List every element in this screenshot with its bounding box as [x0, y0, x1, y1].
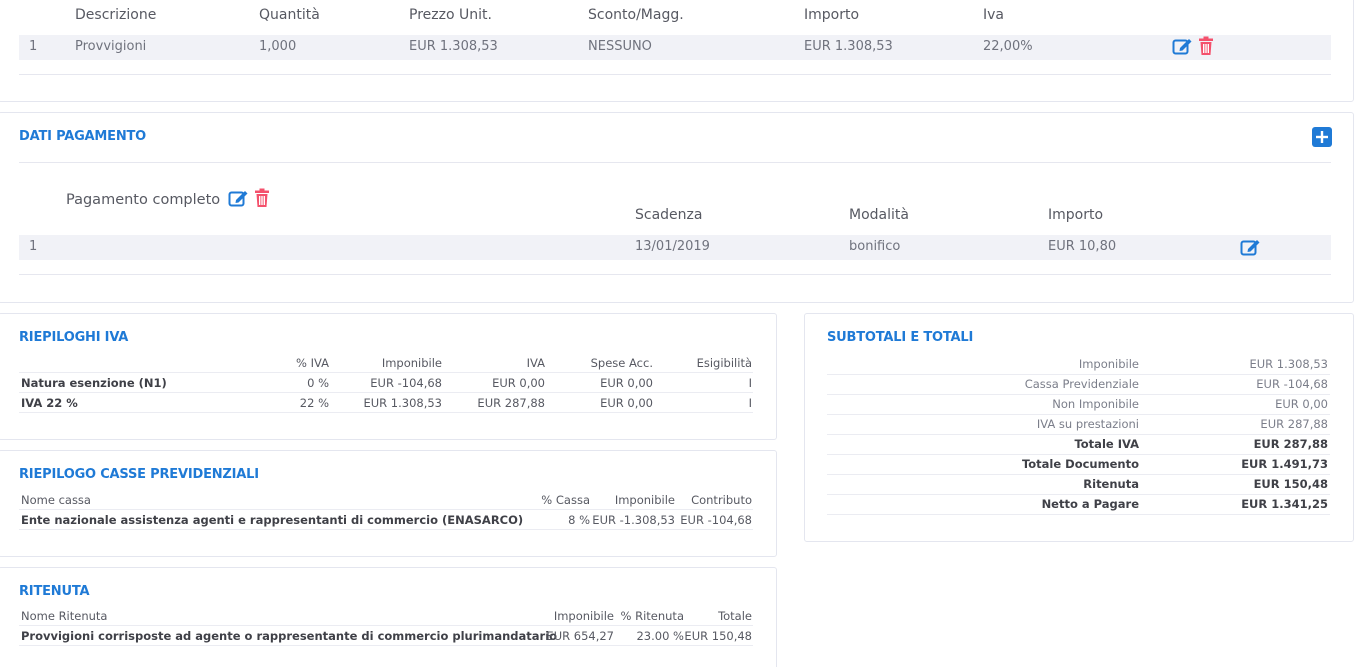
row-imponibile: EUR -104,68 — [370, 376, 442, 390]
table-row — [19, 35, 1331, 60]
edit-icon[interactable] — [1172, 36, 1194, 56]
col-spese: Spese Acc. — [590, 356, 653, 370]
edit-icon[interactable] — [1240, 237, 1262, 257]
row-sconto: NESSUNO — [588, 39, 652, 54]
totali-row-value: EUR 1.491,73 — [1241, 457, 1328, 471]
row-label: IVA 22 % — [21, 396, 78, 410]
totali-row-value: EUR 1.308,53 — [1249, 357, 1328, 371]
edit-icon[interactable] — [228, 188, 250, 208]
col-perc-cassa: % Cassa — [541, 493, 590, 507]
col-iva: Iva — [983, 7, 1004, 23]
plus-square-icon[interactable] — [1312, 127, 1332, 147]
pagamento-title: DATI PAGAMENTO — [19, 129, 147, 144]
col-descrizione: Descrizione — [75, 7, 157, 23]
row-iva: EUR 287,88 — [477, 396, 545, 410]
divider — [19, 162, 1331, 163]
row-quantita: 1,000 — [259, 39, 297, 54]
row-perc: 23.00 % — [636, 629, 684, 643]
col-modalita: Modalità — [849, 207, 909, 223]
row-importo: EUR 10,80 — [1048, 239, 1117, 254]
row-descrizione: Provvigioni — [75, 39, 147, 54]
righe-panel: Descrizione Quantità Prezzo Unit. Sconto… — [0, 0, 1354, 102]
col-esigibilita: Esigibilità — [696, 356, 752, 370]
col-nome-cassa: Nome cassa — [21, 493, 91, 507]
row-scadenza: 13/01/2019 — [635, 239, 710, 254]
row-label: Natura esenzione (N1) — [21, 376, 167, 390]
divider — [19, 74, 1331, 75]
row-esig: I — [748, 396, 752, 410]
totali-row-label: Ritenuta — [1083, 477, 1139, 491]
casse-panel: RIEPILOGO CASSE PREVIDENZIALI Nome cassa… — [0, 450, 777, 557]
row-nome: Ente nazionale assistenza agenti e rappr… — [21, 513, 524, 527]
col-totale: Totale — [718, 609, 752, 623]
row-imponibile: EUR -1.308,53 — [592, 513, 675, 527]
col-imponibile: Imponibile — [381, 356, 442, 370]
row-spese: EUR 0,00 — [600, 376, 653, 390]
totali-row-value: EUR -104,68 — [1256, 377, 1328, 391]
ritenuta-title: RITENUTA — [19, 584, 90, 599]
row-spese: EUR 0,00 — [600, 396, 653, 410]
col-perc-ritenuta: % Ritenuta — [620, 609, 685, 623]
pagamento-panel: DATI PAGAMENTO Pagamento completo Scaden… — [0, 112, 1354, 303]
row-imponibile: EUR 654,27 — [546, 629, 614, 643]
totali-row-value: EUR 287,88 — [1260, 417, 1328, 431]
totali-row-label: Imponibile — [1078, 357, 1139, 371]
totali-title: SUBTOTALI E TOTALI — [827, 330, 974, 345]
row-perc: 8 % — [568, 513, 590, 527]
trash-icon[interactable] — [254, 188, 270, 208]
col-nome-ritenuta: Nome Ritenuta — [21, 609, 108, 623]
totali-row-value: EUR 0,00 — [1275, 397, 1328, 411]
col-iva: IVA — [526, 356, 545, 370]
totali-row-label: IVA su prestazioni — [1036, 417, 1139, 431]
riepiloghi-iva-panel: RIEPILOGHI IVA % IVA Imponibile IVA Spes… — [0, 313, 777, 440]
totali-row-label: Cassa Previdenziale — [1024, 377, 1139, 391]
riepiloghi-iva-title: RIEPILOGHI IVA — [19, 330, 129, 345]
col-sconto: Sconto/Magg. — [588, 7, 684, 23]
row-iva: EUR 0,00 — [492, 376, 545, 390]
totali-row-label: Netto a Pagare — [1041, 497, 1139, 511]
row-iva: 22,00% — [983, 39, 1033, 54]
totali-row-label: Totale Documento — [1021, 457, 1139, 471]
row-nome: Provvigioni corrisposte ad agente o rapp… — [21, 629, 558, 643]
pagamento-subtitle: Pagamento completo — [66, 192, 221, 208]
totali-panel: SUBTOTALI E TOTALI Imponibile EUR 1.308,5… — [804, 313, 1354, 542]
col-quantita: Quantità — [259, 7, 320, 23]
row-importo: EUR 1.308,53 — [804, 39, 893, 54]
col-prezzo: Prezzo Unit. — [409, 7, 492, 23]
row-contributo: EUR -104,68 — [680, 513, 752, 527]
totali-row-label: Totale IVA — [1074, 437, 1139, 451]
row-modalita: bonifico — [849, 239, 901, 254]
trash-icon[interactable] — [1198, 36, 1214, 56]
col-scadenza: Scadenza — [635, 207, 703, 223]
totali-row-value: EUR 287,88 — [1253, 437, 1328, 451]
divider — [19, 274, 1331, 275]
col-perc-iva: % IVA — [296, 356, 329, 370]
col-imponibile: Imponibile — [553, 609, 614, 623]
totali-row-value: EUR 150,48 — [1253, 477, 1328, 491]
row-imponibile: EUR 1.308,53 — [363, 396, 442, 410]
col-importo: Importo — [804, 7, 860, 23]
row-prezzo: EUR 1.308,53 — [409, 39, 498, 54]
casse-title: RIEPILOGO CASSE PREVIDENZIALI — [19, 467, 259, 482]
row-number: 1 — [29, 239, 38, 254]
row-perc: 0 % — [307, 376, 329, 390]
col-contributo: Contributo — [691, 493, 752, 507]
row-esig: I — [748, 376, 752, 390]
ritenuta-panel: RITENUTA Nome Ritenuta Imponibile % Rite… — [0, 567, 777, 667]
col-imponibile: Imponibile — [614, 493, 675, 507]
col-importo: Importo — [1048, 207, 1104, 223]
row-totale: EUR 150,48 — [684, 629, 752, 643]
row-perc: 22 % — [299, 396, 329, 410]
totali-row-value: EUR 1.341,25 — [1241, 497, 1328, 511]
row-number: 1 — [29, 39, 38, 54]
totali-row-label: Non Imponibile — [1052, 397, 1139, 411]
